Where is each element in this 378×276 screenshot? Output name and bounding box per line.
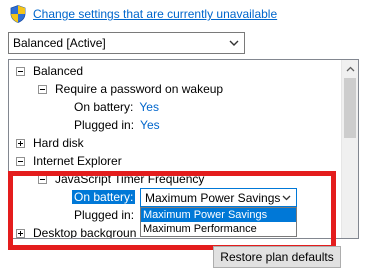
power-plan-select-value: Balanced [Active] <box>13 36 106 50</box>
chevron-up-icon <box>346 66 355 71</box>
collapse-icon[interactable] <box>38 84 47 94</box>
change-settings-link[interactable]: Change settings that are currently unava… <box>33 7 277 21</box>
tree-node-label: JavaScript Timer Frequency <box>55 172 205 186</box>
tree-node-balanced[interactable]: Balanced <box>16 62 83 80</box>
collapse-icon[interactable] <box>38 174 47 184</box>
scroll-up-button[interactable] <box>342 60 358 77</box>
dropdown-option-max-power-savings[interactable]: Maximum Power Savings <box>141 208 296 222</box>
power-plan-select[interactable]: Balanced [Active] <box>8 32 245 54</box>
tree-node-js-timer[interactable]: JavaScript Timer Frequency <box>38 170 204 188</box>
power-settings-tree[interactable]: Balanced Require a password on wakeup On… <box>8 59 359 239</box>
uac-shield-icon <box>10 5 26 23</box>
setting-value-link[interactable]: Yes <box>139 100 159 114</box>
setting-label: Plugged in: <box>74 118 135 132</box>
tree-node-label: Internet Explorer <box>33 154 122 168</box>
change-settings-link-row[interactable]: Change settings that are currently unava… <box>10 4 277 24</box>
tree-node-js-plugged-in[interactable]: Plugged in: <box>74 206 134 224</box>
tree-node-hard-disk[interactable]: Hard disk <box>16 134 84 152</box>
tree-node-label: Desktop backgroun <box>33 226 137 239</box>
dropdown-option-max-performance[interactable]: Maximum Performance <box>141 222 296 236</box>
tree-node-label: Require a password on wakeup <box>55 82 224 96</box>
collapse-icon[interactable] <box>16 66 25 76</box>
tree-scrollbar[interactable] <box>341 60 358 238</box>
tree-node-internet-explorer[interactable]: Internet Explorer <box>16 152 122 170</box>
setting-label: Plugged in: <box>74 208 135 222</box>
chevron-down-icon <box>229 40 239 46</box>
js-timer-on-battery-select[interactable]: Maximum Power Savings <box>140 188 297 207</box>
expand-icon[interactable] <box>16 138 25 148</box>
chevron-down-icon <box>282 195 291 201</box>
scroll-thumb[interactable] <box>344 78 356 138</box>
tree-node-require-password[interactable]: Require a password on wakeup <box>38 80 223 98</box>
tree-node-label: Balanced <box>33 64 84 78</box>
tree-node-plugged-in[interactable]: Plugged in: Yes <box>74 116 160 134</box>
collapse-icon[interactable] <box>16 156 25 166</box>
expand-icon[interactable] <box>16 228 25 238</box>
setting-label: On battery: <box>74 100 134 114</box>
tree-node-js-on-battery[interactable]: On battery: <box>72 188 136 206</box>
setting-value-link[interactable]: Yes <box>140 118 160 132</box>
select-value: Maximum Power Savings <box>145 190 281 205</box>
tree-node-label: Hard disk <box>33 136 84 150</box>
tree-node-desktop-background[interactable]: Desktop backgroun <box>16 224 137 239</box>
setting-label-selected: On battery: <box>72 190 136 204</box>
tree-node-on-battery[interactable]: On battery: Yes <box>74 98 159 116</box>
restore-plan-defaults-button[interactable]: Restore plan defaults <box>213 246 341 268</box>
js-timer-dropdown-list: Maximum Power Savings Maximum Performanc… <box>140 207 297 237</box>
